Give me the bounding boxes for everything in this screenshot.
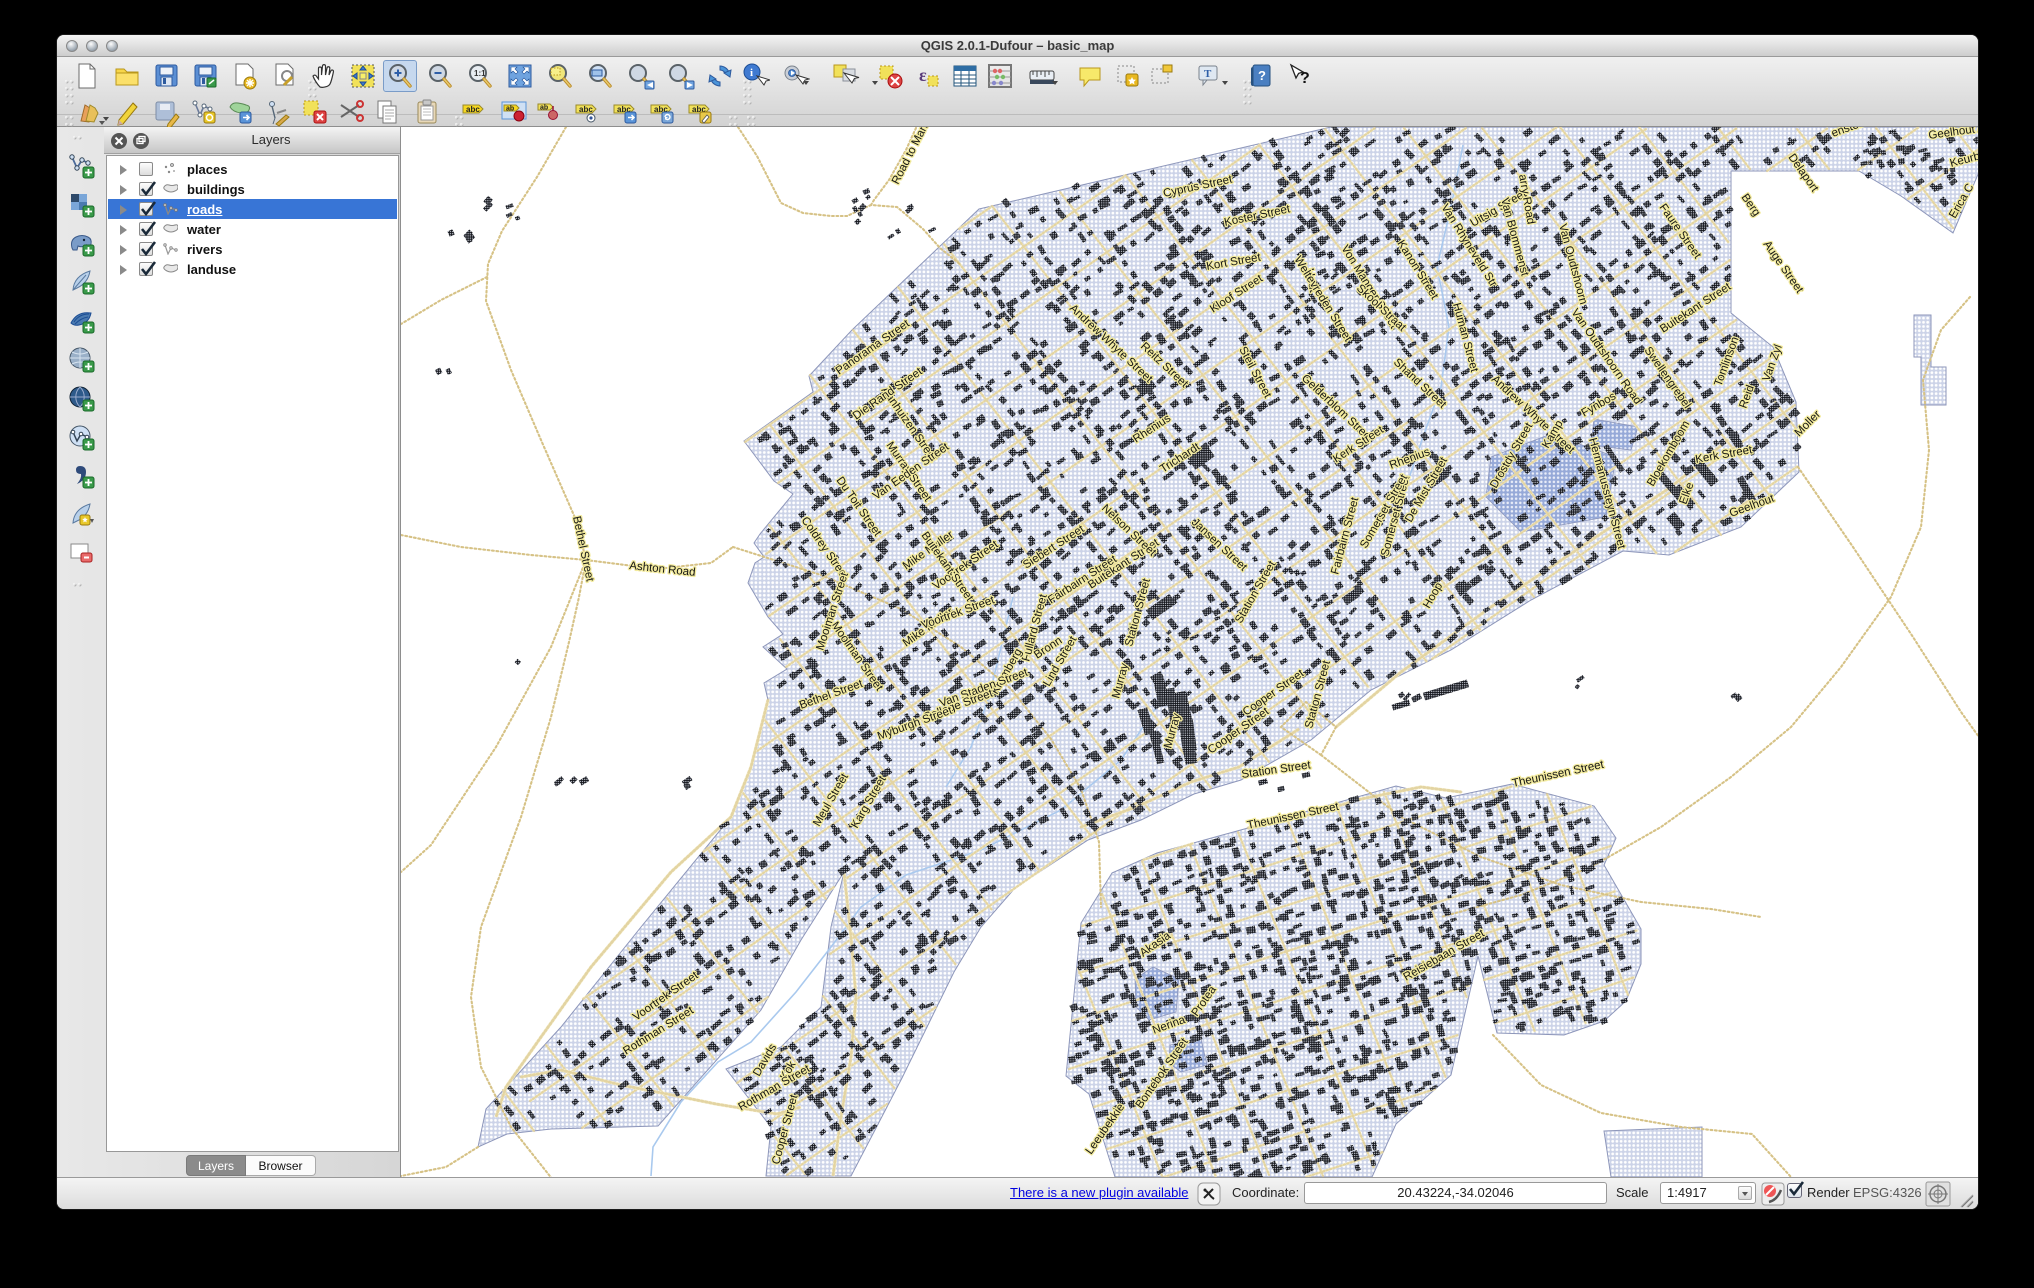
svg-text:?: ? (1258, 68, 1266, 83)
svg-text:ab: ab (506, 106, 514, 113)
svg-text:abc: abc (466, 105, 480, 114)
svg-text:ε: ε (919, 65, 927, 85)
svg-text:i: i (750, 67, 753, 79)
svg-text:abc: abc (579, 105, 593, 114)
svg-text:T: T (1204, 68, 1212, 80)
svg-text:ab: ab (540, 105, 548, 112)
svg-text:?: ? (1300, 70, 1310, 87)
svg-text:1:1: 1:1 (474, 69, 486, 78)
